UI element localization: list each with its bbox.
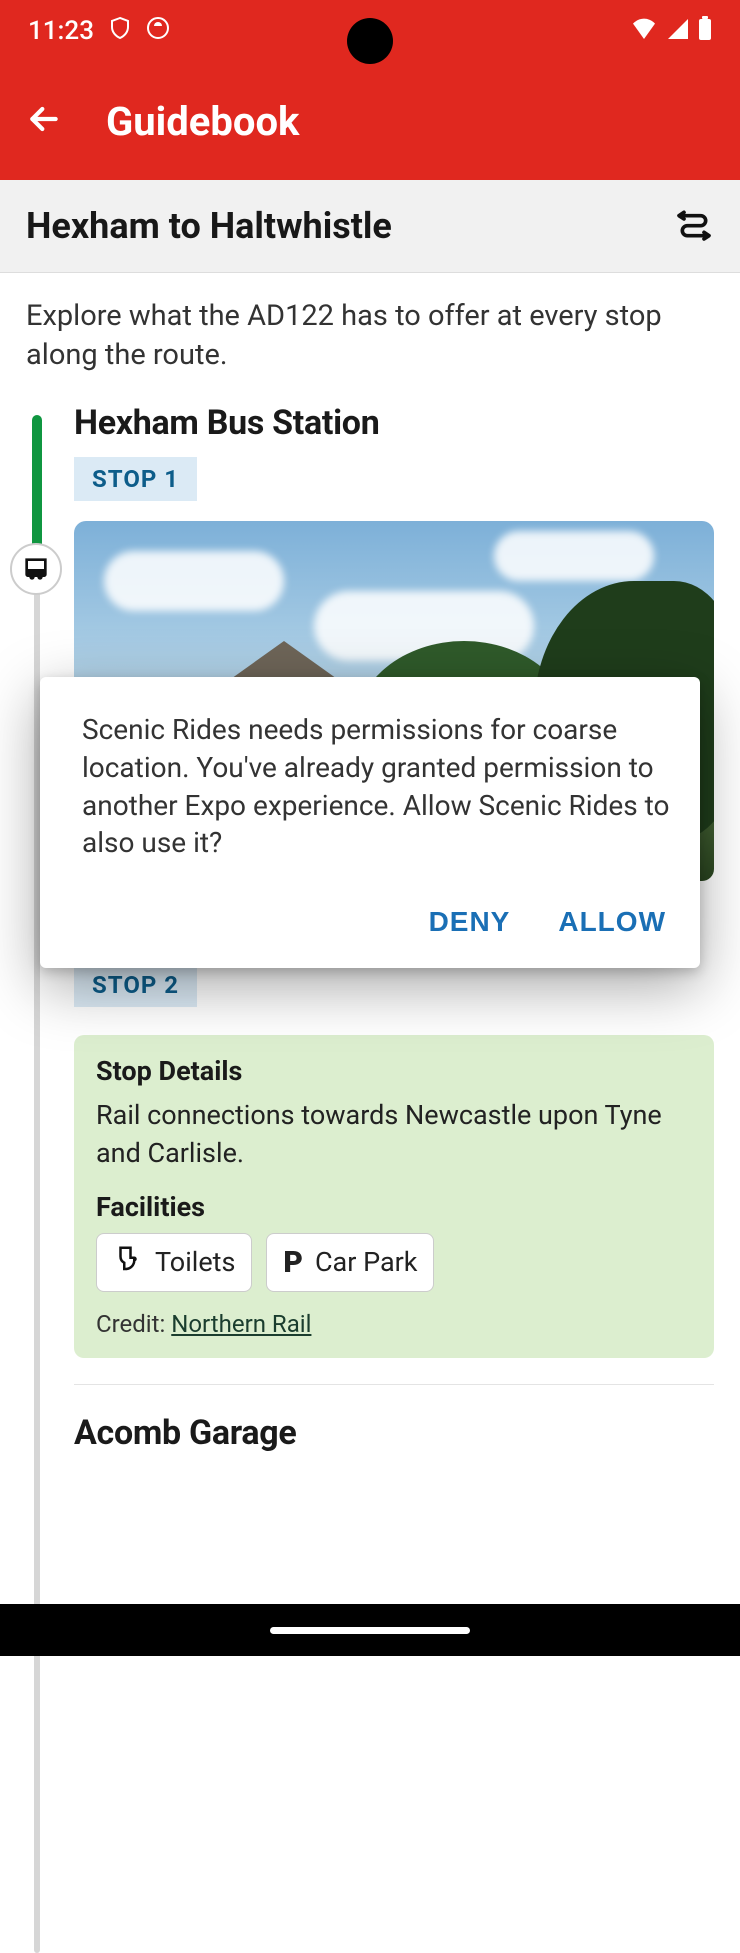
- permission-dialog: Scenic Rides needs permissions for coars…: [40, 677, 700, 968]
- stop-1-title: Hexham Bus Station: [74, 403, 714, 443]
- stop-2-badge: STOP 2: [74, 963, 197, 1007]
- toilet-icon: [113, 1244, 143, 1281]
- stop-details-heading: Stop Details: [96, 1055, 692, 1087]
- stop-details-text: Rail connections towards Newcastle upon …: [96, 1097, 692, 1173]
- route-icon[interactable]: [674, 204, 714, 248]
- route-title: Hexham to Haltwhistle: [26, 205, 392, 247]
- signal-icon: [666, 16, 690, 46]
- circle-icon: [146, 16, 170, 47]
- shield-icon: [108, 16, 132, 47]
- facility-chips: Toilets P Car Park: [96, 1233, 692, 1292]
- app-title: Guidebook: [106, 98, 299, 145]
- facilities-heading: Facilities: [96, 1191, 692, 1223]
- credit-label: Credit:: [96, 1310, 165, 1338]
- stop-3-title: Acomb Garage: [74, 1413, 714, 1453]
- camera-notch: [347, 18, 393, 64]
- status-left: 11:23: [28, 16, 170, 47]
- status-time: 11:23: [28, 16, 94, 46]
- credit-link[interactable]: Northern Rail: [171, 1310, 311, 1338]
- stop-1-badge: STOP 1: [74, 457, 197, 501]
- battery-icon: [698, 16, 712, 47]
- status-right: [630, 16, 712, 47]
- allow-button[interactable]: ALLOW: [552, 898, 672, 946]
- dialog-actions: DENY ALLOW: [82, 898, 672, 946]
- subheader: Hexham to Haltwhistle: [0, 180, 740, 273]
- divider: [74, 1384, 714, 1385]
- intro-text: Explore what the AD122 has to offer at e…: [0, 273, 740, 403]
- android-nav-bar: [0, 1604, 740, 1656]
- facility-label: Toilets: [155, 1246, 235, 1278]
- stop-2-details-card: Stop Details Rail connections towards Ne…: [74, 1035, 714, 1358]
- facility-label: Car Park: [315, 1246, 418, 1278]
- app-bar: Guidebook: [0, 62, 740, 180]
- dialog-text: Scenic Rides needs permissions for coars…: [82, 711, 672, 862]
- stop-2: Hexham Railway Station STOP 2 Stop Detai…: [74, 909, 714, 1385]
- facility-chip-toilets: Toilets: [96, 1233, 252, 1292]
- wifi-icon: [630, 16, 658, 46]
- back-icon[interactable]: [24, 99, 64, 143]
- nav-handle[interactable]: [270, 1627, 470, 1634]
- credit-row: Credit: Northern Rail: [96, 1310, 692, 1338]
- parking-icon: P: [283, 1245, 303, 1280]
- bus-marker-icon: [10, 543, 62, 595]
- stop-3: Acomb Garage: [74, 1413, 714, 1453]
- facility-chip-carpark: P Car Park: [266, 1233, 434, 1292]
- deny-button[interactable]: DENY: [423, 898, 517, 946]
